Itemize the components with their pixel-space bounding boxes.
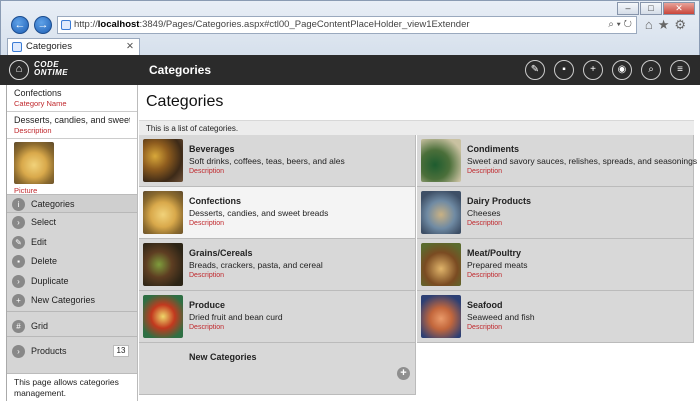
category-card-confections[interactable]: Confections Desserts, candies, and sweet… <box>139 187 416 239</box>
menu-icon[interactable]: ≡ <box>670 60 690 80</box>
sidebar-item-grid[interactable]: # Grid <box>7 317 137 337</box>
sidebar-item-edit[interactable]: ✎ Edit <box>7 233 137 253</box>
eye-icon[interactable]: ◉ <box>612 60 632 80</box>
app-bar: ⌂ CODE ONTIME Categories ✎ ▪ + ◉ ⌕ ≡ <box>0 55 700 85</box>
minimize-button[interactable]: – <box>617 2 639 15</box>
window-controls: – □ ✕ <box>616 2 695 15</box>
main-content: Categories This is a list of categories.… <box>139 85 697 401</box>
sidebar-item-products[interactable]: › Products 13 <box>7 342 137 362</box>
category-card-dairy-products[interactable]: Dairy Products Cheeses Description <box>417 187 694 239</box>
sidebar: Confections Category Name Desserts, cand… <box>6 85 138 401</box>
summary-picture: Picture <box>7 139 137 195</box>
browser-tools[interactable]: ⌂★⚙ <box>645 17 691 33</box>
new-category-card[interactable]: New Categories + <box>139 343 416 395</box>
trash-icon: ▪ <box>12 255 25 268</box>
chevron-right-icon: › <box>12 216 25 229</box>
pencil-icon: ✎ <box>12 235 25 249</box>
search-refresh-icon[interactable]: ⌕ ▾ ↻ <box>608 17 632 33</box>
tab-title: Categories <box>26 41 72 52</box>
maximize-button[interactable]: □ <box>640 2 662 15</box>
plus-icon[interactable]: + <box>583 60 603 80</box>
category-card-beverages[interactable]: Beverages Soft drinks, coffees, teas, be… <box>139 135 416 187</box>
category-thumbnail <box>421 191 461 234</box>
chevron-right-icon: › <box>12 274 25 288</box>
category-card-meat-poultry[interactable]: Meat/Poultry Prepared meats Description <box>417 239 694 291</box>
home-icon[interactable]: ⌂ <box>645 17 658 32</box>
category-thumbnail <box>421 139 461 182</box>
tab-page-icon <box>12 42 22 52</box>
category-thumbnail <box>421 295 461 338</box>
address-bar[interactable]: http://localhost:3849/Pages/Categories.a… <box>57 16 637 34</box>
home-button[interactable]: ⌂ <box>9 60 29 80</box>
category-thumbnail <box>143 295 183 338</box>
chevron-right-icon: › <box>12 345 25 358</box>
category-thumbnail <box>143 191 183 234</box>
category-card-produce[interactable]: Produce Dried fruit and bean curd Descri… <box>139 291 416 343</box>
plus-icon[interactable]: + <box>397 367 410 380</box>
browser-chrome: – □ ✕ ← → http://localhost:3849/Pages/Cate… <box>0 0 700 55</box>
page-icon <box>61 20 71 30</box>
grid-icon: # <box>12 319 25 333</box>
toolbar: ✎ ▪ + ◉ ⌕ ≡ <box>516 60 690 80</box>
browser-tab[interactable]: Categories ✕ <box>7 38 140 55</box>
page-title: Categories <box>146 93 224 110</box>
category-thumbnail <box>143 139 183 182</box>
sidebar-item-delete[interactable]: ▪ Delete <box>7 252 137 272</box>
page-description: This page allows categories management. <box>7 373 137 401</box>
star-icon[interactable]: ★ <box>658 17 675 32</box>
category-picture <box>14 142 54 184</box>
summary-field-name: Confections Category Name <box>7 85 137 112</box>
forward-button[interactable]: → <box>34 16 52 34</box>
sidebar-item-duplicate[interactable]: › Duplicate <box>7 272 137 292</box>
sidebar-group-categories[interactable]: i Categories <box>7 195 137 213</box>
category-card-grains-cereals[interactable]: Grains/Cereals Breads, crackers, pasta, … <box>139 239 416 291</box>
search-icon[interactable]: ⌕ <box>641 60 661 80</box>
products-count-badge: 13 <box>113 345 129 357</box>
edit-icon[interactable]: ✎ <box>525 60 545 80</box>
gear-icon[interactable]: ⚙ <box>674 17 691 32</box>
plus-icon: + <box>12 294 25 307</box>
app-title: Categories <box>149 63 212 77</box>
category-card-condiments[interactable]: Condiments Sweet and savory sauces, reli… <box>417 135 697 187</box>
category-card-seafood[interactable]: Seafood Seaweed and fish Description <box>417 291 694 343</box>
back-button[interactable]: ← <box>11 16 29 34</box>
trash-icon[interactable]: ▪ <box>554 60 574 80</box>
sidebar-item-new-categories[interactable]: + New Categories <box>7 291 137 311</box>
category-thumbnail <box>143 243 183 286</box>
close-window-button[interactable]: ✕ <box>663 2 695 15</box>
view-description: This is a list of categories. <box>139 120 694 135</box>
category-thumbnail <box>421 243 461 286</box>
tab-close-icon[interactable]: ✕ <box>126 39 134 55</box>
summary-field-description: Desserts, candies, and sweet... Descript… <box>7 112 137 139</box>
info-icon: i <box>12 198 25 211</box>
sidebar-item-select[interactable]: › Select <box>7 213 137 233</box>
logo: CODE ONTIME <box>34 60 69 77</box>
